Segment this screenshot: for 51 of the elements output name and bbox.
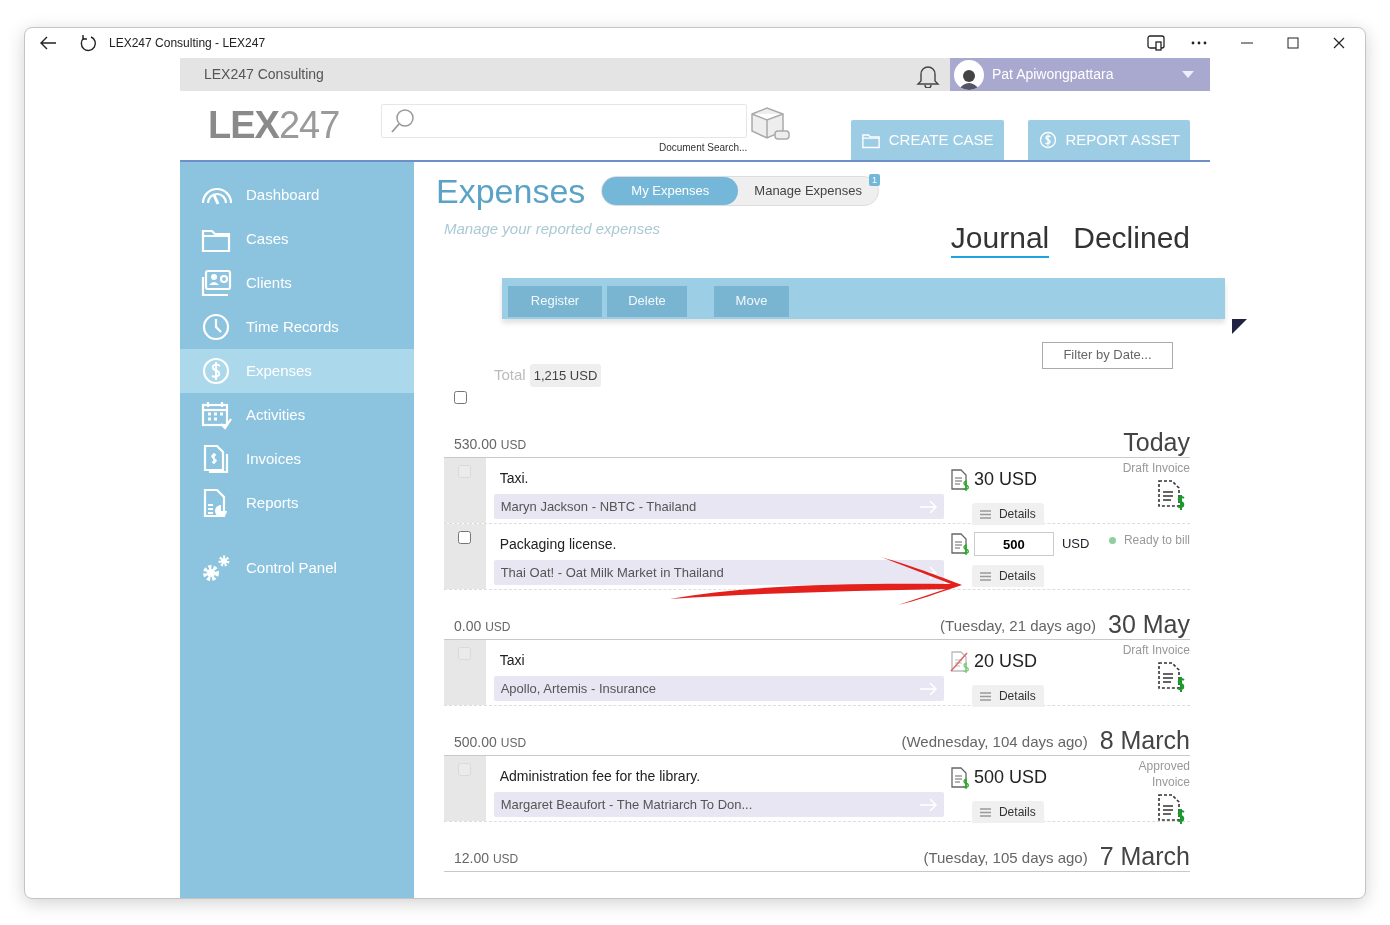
filter-button[interactable]: Filter by Date... — [1042, 341, 1173, 369]
details-button[interactable]: Details — [971, 565, 1044, 587]
expense-amount: 30 USD — [973, 468, 1037, 491]
sidebar-item[interactable]: Activities — [180, 393, 414, 437]
currency-label: USD — [1061, 535, 1090, 554]
amount-field[interactable]: 500 — [973, 532, 1054, 556]
expense-title: Packaging license. — [498, 535, 618, 554]
group-weekday: (Wednesday, 104 days ago) — [901, 731, 1088, 752]
expense-title: Taxi. — [498, 469, 530, 488]
status-label: Approved Invoice — [1137, 758, 1190, 790]
group-total: 500.00 USD — [453, 733, 527, 752]
header-button[interactable]: REPORT ASSET — [1027, 120, 1190, 160]
status-label: Ready to bill — [1123, 532, 1190, 548]
switch-option[interactable]: My Expenses — [602, 177, 739, 205]
view-tab[interactable]: Declined — [1073, 222, 1190, 258]
expense-amount: 500 USD — [973, 766, 1047, 789]
group-date: 8 March — [1099, 728, 1190, 753]
status-label: Draft Invoice — [1121, 642, 1190, 658]
sidebar-item[interactable]: Dashboard — [180, 173, 414, 217]
logo: LEX247 — [208, 106, 340, 148]
organization-name: LEX247 Consulting — [204, 65, 324, 84]
window-title: LEX247 Consulting - LEX247 — [109, 35, 266, 52]
status-label: Draft Invoice — [1121, 460, 1190, 476]
expense-title: Administration fee for the library. — [498, 767, 702, 786]
count-badge: 1 — [869, 174, 880, 186]
sidebar-item[interactable]: Reports — [180, 481, 414, 525]
sidebar-item[interactable]: Cases — [180, 217, 414, 261]
group-date: Today — [1123, 430, 1190, 455]
group-total: 0.00 USD — [453, 617, 511, 636]
page-title: Expenses — [436, 174, 586, 208]
group-weekday: (Tuesday, 21 days ago) — [940, 615, 1096, 636]
group-date: 7 March — [1099, 844, 1190, 869]
sidebar-item[interactable]: Control Panel — [180, 546, 414, 590]
sidebar-item[interactable]: Clients — [180, 261, 414, 305]
group-total: 12.00 USD — [453, 849, 519, 868]
total-label: Total — [494, 365, 526, 385]
expense-title: Taxi — [498, 651, 526, 670]
expense-amount: 20 USD — [973, 650, 1037, 673]
group-weekday: (Tuesday, 105 days ago) — [923, 847, 1088, 868]
view-tab[interactable]: Journal — [950, 222, 1050, 258]
group-date: 30 May — [1108, 612, 1190, 637]
header-button[interactable]: CREATE CASE — [850, 120, 1004, 160]
search-caption: Document Search... — [657, 141, 748, 155]
group-total: 530.00 USD — [453, 435, 527, 454]
sidebar-item[interactable]: Expenses — [180, 349, 414, 393]
client-link[interactable]: Thai Oat! - Oat Milk Market in Thailand — [493, 560, 944, 585]
user-menu[interactable]: Pat Apiwongpattara — [950, 58, 1210, 91]
sidebar-item[interactable]: Invoices — [180, 437, 414, 481]
total-value: 1,215 USD — [529, 363, 602, 387]
page-subtitle: Manage your reported expenses — [444, 219, 660, 239]
sidebar-item[interactable]: Time Records — [180, 305, 414, 349]
